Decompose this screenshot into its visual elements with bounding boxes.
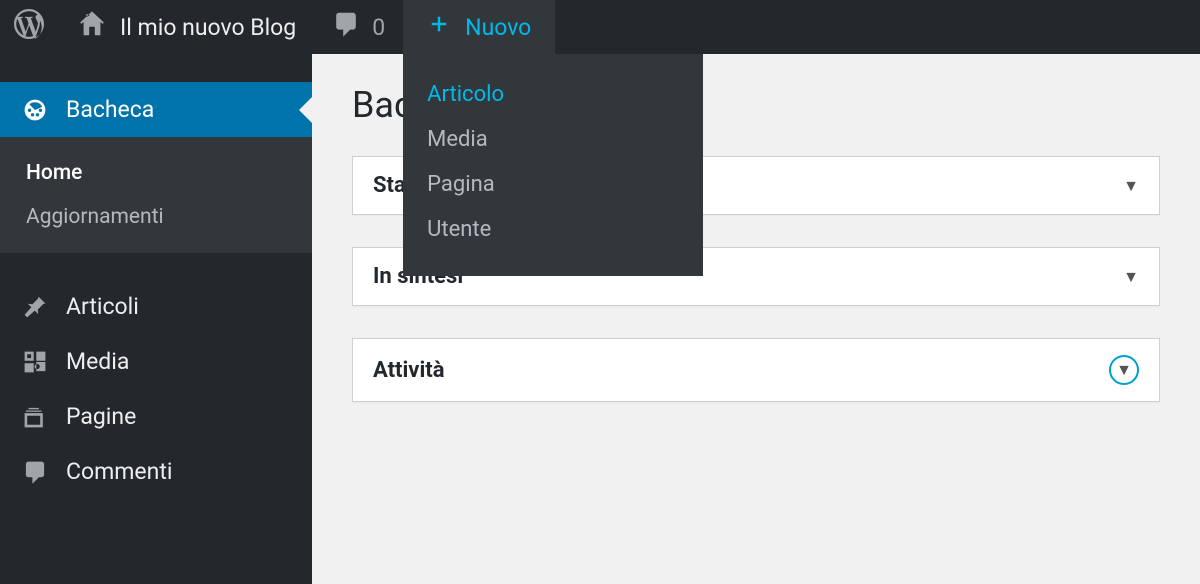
media-icon [18, 349, 52, 375]
site-name-label: Il mio nuovo Blog [120, 14, 296, 41]
sidebar-item-label: Commenti [66, 458, 172, 485]
home-icon [78, 10, 106, 44]
sidebar-sub-updates[interactable]: Aggiornamenti [0, 195, 312, 239]
new-item-pagina[interactable]: Pagina [403, 162, 703, 207]
panel-attivita[interactable]: Attività ▼ [352, 338, 1160, 402]
sidebar-sub-home[interactable]: Home [0, 151, 312, 195]
wordpress-icon [14, 9, 44, 45]
sidebar-item-posts[interactable]: Articoli [0, 279, 312, 334]
sidebar-item-label: Bacheca [66, 96, 154, 123]
sidebar-item-label: Media [66, 348, 129, 375]
chevron-down-icon: ▼ [1123, 176, 1139, 196]
new-item-media[interactable]: Media [403, 117, 703, 162]
wp-logo-menu[interactable] [0, 0, 60, 54]
sidebar-item-label: Pagine [66, 403, 136, 430]
sidebar-item-label: Articoli [66, 293, 139, 320]
sidebar-item-comments[interactable]: Commenti [0, 444, 312, 499]
sidebar-item-dashboard[interactable]: Bacheca [0, 82, 312, 137]
pages-icon [18, 404, 52, 430]
sidebar-item-pages[interactable]: Pagine [0, 389, 312, 444]
comment-icon [332, 10, 360, 44]
new-item-articolo[interactable]: Articolo [403, 72, 703, 117]
site-name-menu[interactable]: Il mio nuovo Blog [60, 0, 314, 54]
new-content-dropdown: Articolo Media Pagina Utente [403, 54, 703, 276]
comment-icon [18, 459, 52, 485]
new-content-menu[interactable]: Nuovo Articolo Media Pagina Utente [403, 0, 555, 54]
sidebar-dashboard-submenu: Home Aggiornamenti [0, 137, 312, 253]
sidebar-item-media[interactable]: Media [0, 334, 312, 389]
admin-sidebar: Bacheca Home Aggiornamenti Articoli Medi… [0, 54, 312, 584]
admin-toolbar: Il mio nuovo Blog 0 Nuovo Articolo Media… [0, 0, 1200, 54]
plus-icon [427, 12, 451, 42]
new-item-utente[interactable]: Utente [403, 207, 703, 252]
panel-title: Attività [373, 358, 445, 383]
chevron-down-icon[interactable]: ▼ [1109, 355, 1139, 385]
chevron-down-icon: ▼ [1123, 267, 1139, 287]
comment-count: 0 [372, 14, 385, 41]
comments-menu[interactable]: 0 [314, 0, 403, 54]
new-label: Nuovo [465, 14, 531, 41]
dashboard-icon [18, 97, 52, 123]
pin-icon [18, 294, 52, 320]
